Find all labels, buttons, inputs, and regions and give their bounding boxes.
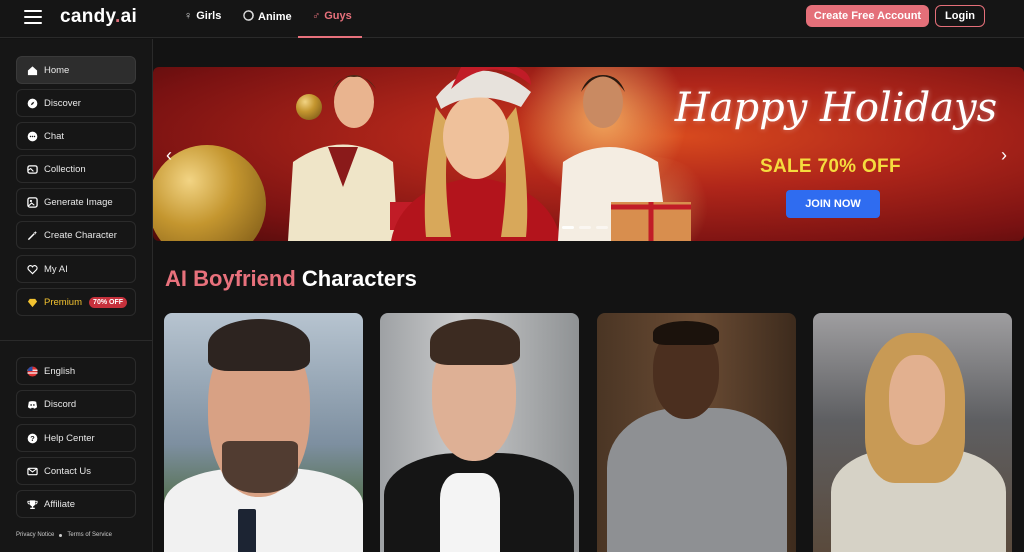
sidebar-item-label: My AI bbox=[44, 263, 68, 275]
tab-girls[interactable]: ♀ Girls bbox=[184, 10, 221, 22]
anime-icon bbox=[243, 10, 254, 24]
tab-anime-label: Anime bbox=[258, 11, 292, 23]
section-title: AI Boyfriend Characters bbox=[165, 266, 417, 292]
card-image bbox=[889, 355, 945, 445]
logo[interactable]: candy.ai bbox=[60, 6, 137, 28]
logo-text: candy bbox=[60, 6, 116, 27]
login-button[interactable]: Login bbox=[935, 5, 985, 27]
compass-icon bbox=[26, 97, 38, 109]
sidebar-item-label: Create Character bbox=[44, 229, 117, 241]
sidebar-item-label: Discover bbox=[44, 97, 81, 109]
logo-tld: ai bbox=[120, 6, 138, 27]
model-image-center bbox=[391, 67, 561, 241]
card-image bbox=[440, 473, 500, 552]
sidebar-item-label: Premium bbox=[44, 296, 83, 308]
sidebar-item-label: Generate Image bbox=[44, 196, 113, 208]
card-image bbox=[208, 319, 310, 371]
footer-links: Privacy Notice Terms of Service bbox=[16, 532, 112, 538]
top-bar: candy.ai ♀ Girls Anime ♂ Guys Create Fre… bbox=[0, 0, 1024, 38]
card-image bbox=[653, 321, 719, 345]
character-card[interactable] bbox=[164, 313, 363, 552]
character-card[interactable] bbox=[597, 313, 796, 552]
promo-banner[interactable]: Happy Holidays SALE 70% OFF JOIN NOW ‹ › bbox=[153, 67, 1024, 241]
section-title-rest: Characters bbox=[295, 266, 417, 291]
slide-dot[interactable] bbox=[596, 226, 608, 229]
sidebar-item-label: English bbox=[44, 365, 76, 377]
chat-icon bbox=[26, 130, 38, 142]
collection-icon bbox=[26, 163, 38, 175]
sidebar-item-label: Affiliate bbox=[44, 498, 75, 510]
sidebar-item-discover[interactable]: Discover bbox=[16, 89, 136, 117]
help-icon: ? bbox=[26, 432, 38, 444]
tab-guys[interactable]: ♂ Guys bbox=[312, 10, 352, 22]
slide-indicators bbox=[562, 226, 608, 229]
create-account-button[interactable]: Create Free Account bbox=[806, 5, 929, 27]
active-tab-indicator bbox=[298, 36, 362, 38]
sidebar-item-label: Help Center bbox=[44, 432, 95, 444]
female-icon: ♀ bbox=[184, 10, 193, 22]
sidebar-item-premium[interactable]: Premium 70% OFF bbox=[16, 288, 136, 316]
character-card[interactable] bbox=[813, 313, 1012, 552]
sidebar-item-english[interactable]: English bbox=[16, 357, 136, 385]
sidebar-item-label: Contact Us bbox=[44, 465, 91, 477]
card-image bbox=[430, 319, 520, 365]
menu-icon[interactable] bbox=[24, 10, 42, 24]
us-flag-icon bbox=[26, 365, 38, 377]
sidebar-item-label: Discord bbox=[44, 398, 77, 410]
next-slide-chevron-icon[interactable]: › bbox=[1001, 145, 1007, 166]
card-image bbox=[222, 441, 298, 493]
sidebar-item-affiliate[interactable]: Affiliate bbox=[16, 490, 136, 518]
sidebar-item-generate-image[interactable]: Generate Image bbox=[16, 188, 136, 216]
discount-badge: 70% OFF bbox=[89, 296, 127, 308]
slide-dot[interactable] bbox=[579, 226, 591, 229]
trophy-icon bbox=[26, 498, 38, 510]
sidebar: Home Discover Chat Collection Generate I… bbox=[0, 39, 153, 552]
join-now-button[interactable]: JOIN NOW bbox=[786, 190, 880, 218]
svg-text:?: ? bbox=[30, 433, 35, 442]
tab-anime[interactable]: Anime bbox=[243, 10, 292, 24]
sidebar-item-home[interactable]: Home bbox=[16, 56, 136, 84]
sidebar-item-label: Home bbox=[44, 64, 70, 76]
slide-dot[interactable] bbox=[562, 226, 574, 229]
terms-link[interactable]: Terms of Service bbox=[67, 532, 112, 538]
sidebar-item-chat[interactable]: Chat bbox=[16, 122, 136, 150]
sidebar-item-my-ai[interactable]: My AI bbox=[16, 255, 136, 283]
sidebar-item-collection[interactable]: Collection bbox=[16, 155, 136, 183]
sidebar-item-help-center[interactable]: ? Help Center bbox=[16, 424, 136, 452]
card-image bbox=[607, 408, 787, 552]
privacy-link[interactable]: Privacy Notice bbox=[16, 532, 54, 538]
mail-icon bbox=[26, 465, 38, 477]
home-icon bbox=[26, 64, 38, 76]
separator-dot bbox=[59, 533, 63, 537]
banner-title: Happy Holidays bbox=[674, 85, 998, 131]
banner-sale-text: SALE 70% OFF bbox=[760, 156, 901, 177]
sidebar-item-label: Collection bbox=[44, 163, 86, 175]
magic-wand-icon bbox=[26, 229, 38, 241]
diamond-icon bbox=[26, 296, 38, 308]
sidebar-item-label: Chat bbox=[44, 130, 65, 142]
tab-girls-label: Girls bbox=[196, 10, 222, 22]
discord-icon bbox=[26, 398, 38, 410]
sidebar-item-create-character[interactable]: Create Character bbox=[16, 221, 136, 249]
section-title-accent: AI Boyfriend bbox=[165, 266, 296, 291]
card-image bbox=[238, 509, 256, 552]
sidebar-divider bbox=[0, 340, 152, 341]
character-card[interactable] bbox=[380, 313, 579, 552]
heart-icon bbox=[26, 263, 38, 275]
tab-guys-label: Guys bbox=[324, 10, 352, 22]
male-icon: ♂ bbox=[312, 10, 321, 22]
prev-slide-chevron-icon[interactable]: ‹ bbox=[166, 145, 172, 166]
sidebar-item-contact-us[interactable]: Contact Us bbox=[16, 457, 136, 485]
sidebar-item-discord[interactable]: Discord bbox=[16, 390, 136, 418]
image-icon bbox=[26, 196, 38, 208]
